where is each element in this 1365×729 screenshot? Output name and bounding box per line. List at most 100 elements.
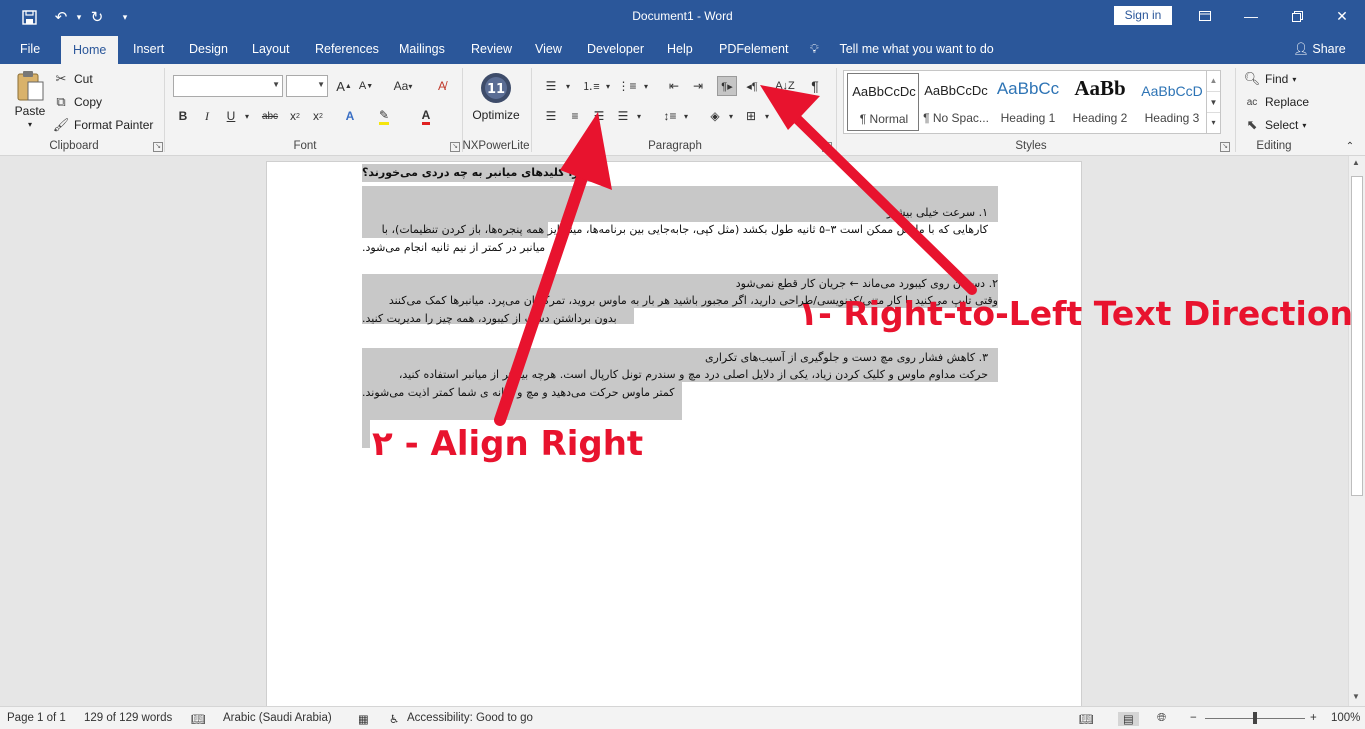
scroll-down-icon[interactable]: ▼ xyxy=(1352,692,1360,701)
tab-help[interactable]: Help xyxy=(665,34,695,64)
paste-button[interactable]: Paste ▾ xyxy=(10,70,50,129)
tab-home[interactable]: Home xyxy=(61,36,119,64)
tab-references[interactable]: References xyxy=(313,34,381,64)
highlight-icon[interactable]: ✎ xyxy=(374,106,394,126)
title-bar: ↶ ▾ ↻ ▾ Document1 - Word Sign in — ✕ xyxy=(0,0,1365,34)
multilevel-dropdown-icon[interactable]: ▾ xyxy=(636,76,656,96)
tab-design[interactable]: Design xyxy=(187,34,230,64)
styles-more-icon[interactable]: ▾ xyxy=(1207,112,1220,132)
text-effects-icon[interactable]: A xyxy=(340,106,360,126)
customize-quick-access-icon[interactable]: ▾ xyxy=(114,6,136,28)
font-color-icon[interactable]: A xyxy=(416,106,436,126)
increase-indent-icon[interactable]: ⇥ xyxy=(688,76,708,96)
change-case-button[interactable]: Aa ▾ xyxy=(388,76,418,96)
word-count[interactable]: 129 of 129 words xyxy=(84,712,172,724)
tab-file[interactable]: File xyxy=(18,34,42,64)
ltr-direction-icon[interactable]: ¶▸ xyxy=(717,76,737,96)
scroll-thumb[interactable] xyxy=(1351,176,1363,496)
superscript-icon[interactable]: x2 xyxy=(308,106,328,126)
style-heading-3[interactable]: AaBbCcD Heading 3 xyxy=(1136,73,1208,131)
tab-layout[interactable]: Layout xyxy=(250,34,292,64)
decrease-indent-icon[interactable]: ⇤ xyxy=(664,76,684,96)
shading-dropdown-icon[interactable]: ▾ xyxy=(721,106,741,126)
vertical-scrollbar[interactable]: ▲ ▼ xyxy=(1348,156,1365,706)
subscript-icon[interactable]: x2 xyxy=(285,106,305,126)
save-icon[interactable] xyxy=(18,6,40,28)
font-name-combo[interactable]: ▼ xyxy=(173,75,283,97)
zoom-level[interactable]: 100% xyxy=(1331,712,1360,724)
bold-icon[interactable]: B xyxy=(173,106,193,126)
web-layout-icon[interactable]: 🌐︎ xyxy=(1157,712,1166,725)
accessibility-status[interactable]: Accessibility: Good to go xyxy=(407,712,533,724)
print-layout-icon[interactable]: ▤ xyxy=(1118,712,1139,726)
proofing-icon[interactable]: 📖︎ xyxy=(191,712,206,726)
ribbon-display-options-icon[interactable] xyxy=(1182,0,1228,32)
style-sample: AaBbCcDc xyxy=(852,84,916,99)
styles-down-icon[interactable]: ▼ xyxy=(1207,91,1220,112)
tab-developer[interactable]: Developer xyxy=(585,34,646,64)
style-heading-2[interactable]: AaBb Heading 2 xyxy=(1064,73,1136,131)
sign-in-button[interactable]: Sign in xyxy=(1114,6,1172,25)
tab-view[interactable]: View xyxy=(533,34,564,64)
clear-formatting-icon[interactable]: A̸ xyxy=(432,76,452,96)
bullets-dropdown-icon[interactable]: ▾ xyxy=(558,76,578,96)
accessibility-icon[interactable]: ♿︎ xyxy=(389,712,399,726)
close-icon[interactable]: ✕ xyxy=(1319,0,1365,32)
styles-gallery: AaBbCcDc ¶ Normal AaBbCcDc ¶ No Spac... … xyxy=(843,70,1221,134)
optimize-button[interactable]: 11 Optimize xyxy=(468,72,524,122)
align-right-icon[interactable]: ☰ xyxy=(589,106,609,126)
page-count[interactable]: Page 1 of 1 xyxy=(7,712,66,724)
scroll-up-icon[interactable]: ▲ xyxy=(1352,158,1360,167)
style-heading-1[interactable]: AaBbCc Heading 1 xyxy=(992,73,1064,131)
copy-button[interactable]: ⧉ Copy xyxy=(52,93,102,111)
borders-dropdown-icon[interactable]: ▾ xyxy=(757,106,777,126)
share-button[interactable]: 👤︎ Share xyxy=(1293,34,1346,64)
styles-launcher-icon[interactable]: ↘ xyxy=(1220,142,1230,152)
tell-me-search[interactable]: 💡︎ Tell me what you want to do xyxy=(810,34,994,64)
zoom-slider-thumb[interactable] xyxy=(1253,712,1257,724)
rtl-direction-icon[interactable]: ◂¶ xyxy=(742,76,762,96)
select-dropdown-icon[interactable]: ▾ xyxy=(1302,121,1306,130)
sort-icon[interactable]: A↓Z xyxy=(775,76,795,96)
align-center-icon[interactable]: ≡ xyxy=(565,106,585,126)
font-size-combo[interactable]: ▼ xyxy=(286,75,328,97)
strikethrough-icon[interactable]: abc xyxy=(260,106,280,126)
zoom-out-icon[interactable]: − xyxy=(1190,712,1197,724)
paste-dropdown-icon[interactable]: ▾ xyxy=(28,120,32,129)
restore-icon[interactable] xyxy=(1274,0,1320,32)
style-normal[interactable]: AaBbCcDc ¶ Normal xyxy=(847,73,919,131)
collapse-ribbon-icon[interactable]: ⌃ xyxy=(1340,136,1360,156)
clipboard-launcher-icon[interactable]: ↘ xyxy=(153,142,163,152)
find-dropdown-icon[interactable]: ▾ xyxy=(1292,75,1296,84)
italic-icon[interactable]: I xyxy=(197,106,217,126)
increase-font-icon[interactable]: A ▲ xyxy=(334,76,354,96)
style-no-spacing[interactable]: AaBbCcDc ¶ No Spac... xyxy=(920,73,992,131)
paragraph-launcher-icon[interactable]: ↘ xyxy=(822,142,832,152)
cut-button[interactable]: ✂ Cut xyxy=(52,70,93,88)
line-spacing-dropdown-icon[interactable]: ▾ xyxy=(676,106,696,126)
format-painter-button[interactable]: 🖌︎ Format Painter xyxy=(52,116,154,134)
show-formatting-marks-icon[interactable]: ¶ xyxy=(805,76,825,96)
decrease-font-icon[interactable]: A ▼ xyxy=(356,76,376,96)
numbering-dropdown-icon[interactable]: ▾ xyxy=(598,76,618,96)
minimize-icon[interactable]: — xyxy=(1228,0,1274,32)
styles-scroll: ▲ ▼ ▾ xyxy=(1206,70,1220,134)
find-button[interactable]: 🔍︎ Find ▾ xyxy=(1243,70,1297,88)
select-button[interactable]: ⬉ Select ▾ xyxy=(1243,116,1307,134)
justify-dropdown-icon[interactable]: ▾ xyxy=(629,106,649,126)
tab-insert[interactable]: Insert xyxy=(131,34,166,64)
replace-button[interactable]: ac Replace xyxy=(1243,93,1309,111)
read-mode-icon[interactable]: 📖︎ xyxy=(1079,712,1094,726)
underline-dropdown-icon[interactable]: ▾ xyxy=(237,106,257,126)
font-launcher-icon[interactable]: ↘ xyxy=(450,142,460,152)
tab-pdfelement[interactable]: PDFelement xyxy=(717,34,790,64)
redo-icon[interactable]: ↻ xyxy=(86,6,108,28)
macro-recording-icon[interactable]: ▦ xyxy=(358,712,369,726)
align-left-icon[interactable]: ☰ xyxy=(541,106,561,126)
language-indicator[interactable]: Arabic (Saudi Arabia) xyxy=(223,712,332,724)
zoom-in-icon[interactable]: + xyxy=(1310,712,1317,724)
multilevel-list-icon[interactable]: ⋮≡ xyxy=(617,76,637,96)
tab-mailings[interactable]: Mailings xyxy=(397,34,447,64)
tab-review[interactable]: Review xyxy=(469,34,514,64)
styles-up-icon[interactable]: ▲ xyxy=(1207,70,1220,91)
